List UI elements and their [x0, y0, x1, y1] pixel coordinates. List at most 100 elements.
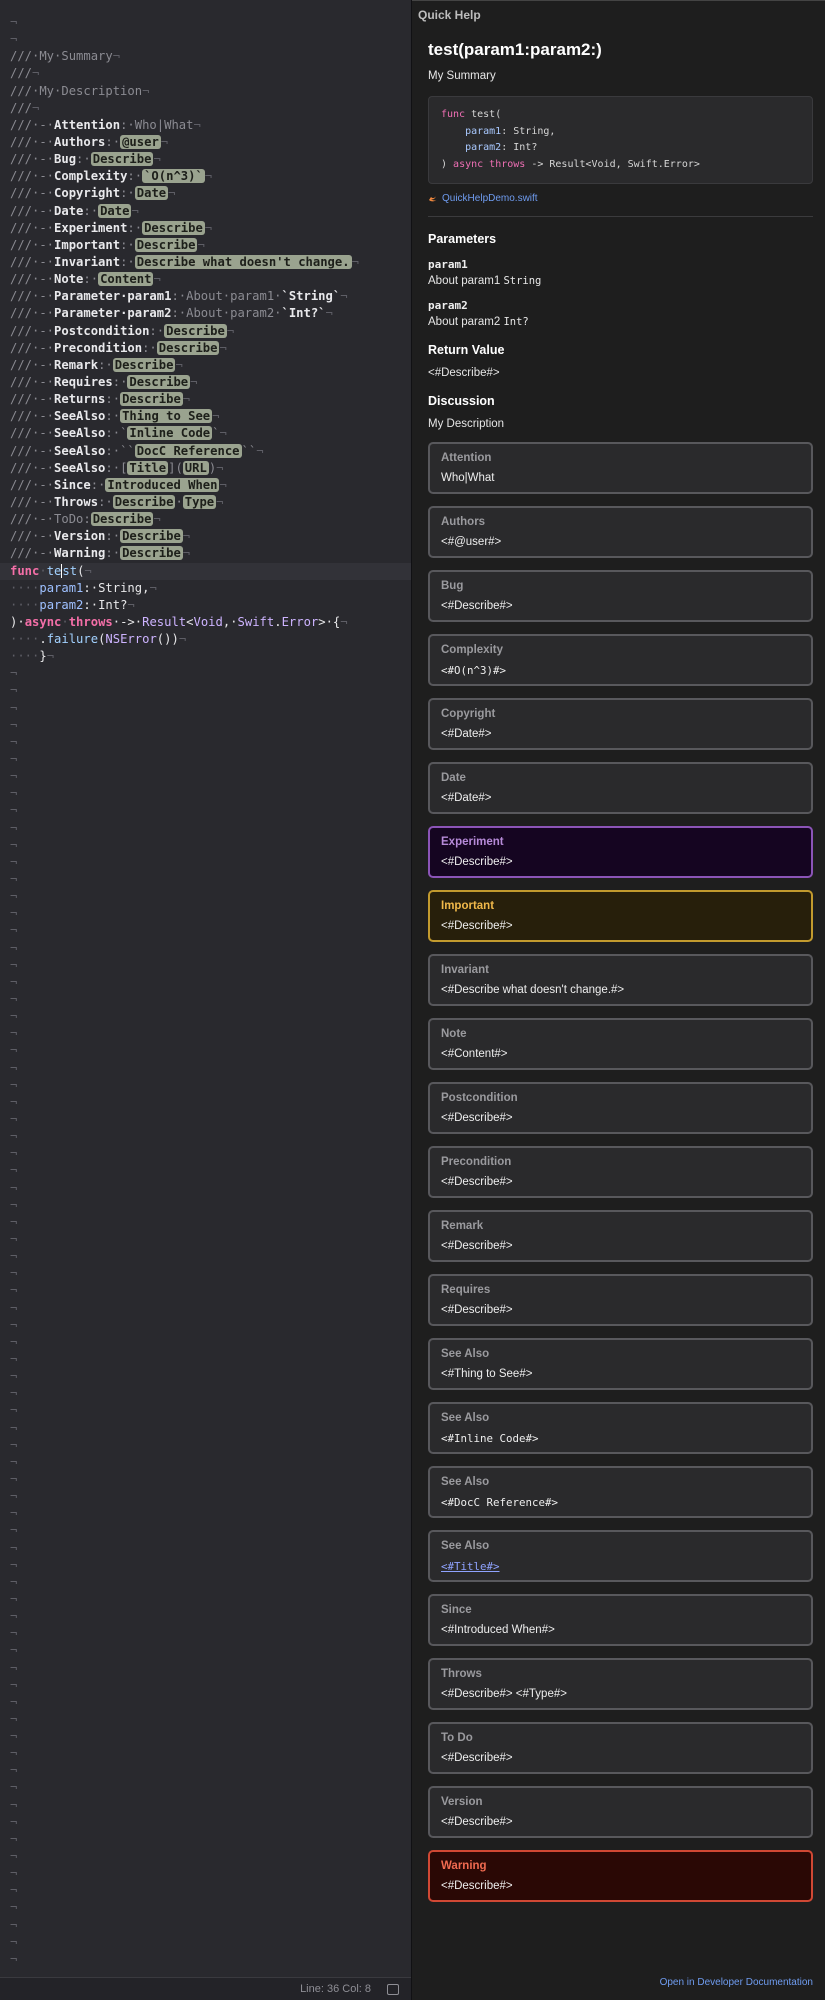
empty-line[interactable]: ¬ — [0, 888, 411, 905]
empty-line[interactable]: ¬ — [0, 957, 411, 974]
empty-line[interactable]: ¬ — [0, 837, 411, 854]
code-line[interactable]: ¬ — [0, 31, 411, 48]
empty-line[interactable]: ¬ — [0, 1214, 411, 1231]
empty-line[interactable]: ¬ — [0, 1540, 411, 1557]
empty-line[interactable]: ¬ — [0, 1162, 411, 1179]
empty-line[interactable]: ¬ — [0, 905, 411, 922]
code-line[interactable]: ///·-·SeeAlso:·` Inline Code `¬ — [0, 425, 411, 442]
empty-line[interactable]: ¬ — [0, 1574, 411, 1591]
editor-lines[interactable]: ¬ ¬///·My·Summary¬///¬///·My·Description¬… — [0, 14, 411, 1968]
empty-line[interactable]: ¬ — [0, 974, 411, 991]
empty-line[interactable]: ¬ — [0, 1385, 411, 1402]
code-line[interactable]: ///·-·Parameter·param1:·About·param1·`St… — [0, 288, 411, 305]
empty-line[interactable]: ¬ — [0, 1111, 411, 1128]
empty-line[interactable]: ¬ — [0, 1317, 411, 1334]
code-line[interactable]: ///·My·Description¬ — [0, 83, 411, 100]
code-line[interactable]: ///·-·Bug:· Describe ¬ — [0, 151, 411, 168]
empty-line[interactable]: ¬ — [0, 1677, 411, 1694]
empty-line[interactable]: ¬ — [0, 1060, 411, 1077]
empty-line[interactable]: ¬ — [0, 1951, 411, 1968]
empty-line[interactable]: ¬ — [0, 1042, 411, 1059]
empty-line[interactable]: ¬ — [0, 1368, 411, 1385]
empty-line[interactable]: ¬ — [0, 1351, 411, 1368]
empty-line[interactable]: ¬ — [0, 700, 411, 717]
empty-line[interactable]: ¬ — [0, 751, 411, 768]
empty-line[interactable]: ¬ — [0, 682, 411, 699]
code-line[interactable]: ///·-·Copyright:· Date ¬ — [0, 185, 411, 202]
empty-line[interactable]: ¬ — [0, 1608, 411, 1625]
code-line[interactable]: ///·My·Summary¬ — [0, 48, 411, 65]
empty-line[interactable]: ¬ — [0, 820, 411, 837]
code-line[interactable]: ///·-·Complexity:· `O(n^3)` ¬ — [0, 168, 411, 185]
empty-line[interactable]: ¬ — [0, 717, 411, 734]
code-line[interactable]: ///·-·Attention:·Who|What¬ — [0, 117, 411, 134]
empty-line[interactable]: ¬ — [0, 1420, 411, 1437]
code-line[interactable]: ¬ — [0, 14, 411, 31]
empty-line[interactable]: ¬ — [0, 1591, 411, 1608]
empty-line[interactable]: ¬ — [0, 1779, 411, 1796]
code-line[interactable]: ///·-·Postcondition:· Describe ¬ — [0, 323, 411, 340]
empty-line[interactable]: ¬ — [0, 1488, 411, 1505]
code-line[interactable]: ····}¬ — [0, 648, 411, 665]
empty-line[interactable]: ¬ — [0, 922, 411, 939]
empty-line[interactable]: ¬ — [0, 1180, 411, 1197]
empty-line[interactable]: ¬ — [0, 1522, 411, 1539]
empty-line[interactable]: ¬ — [0, 1745, 411, 1762]
empty-line[interactable]: ¬ — [0, 1248, 411, 1265]
empty-line[interactable]: ¬ — [0, 1505, 411, 1522]
empty-line[interactable]: ¬ — [0, 1814, 411, 1831]
code-line[interactable]: ///·-·Note:· Content ¬ — [0, 271, 411, 288]
empty-line[interactable]: ¬ — [0, 1437, 411, 1454]
source-editor[interactable]: ¬ ¬///·My·Summary¬///¬///·My·Description¬… — [0, 0, 412, 2000]
code-line[interactable]: ///·-·Since:· Introduced When ¬ — [0, 477, 411, 494]
empty-line[interactable]: ¬ — [0, 854, 411, 871]
code-line[interactable]: ///·-·Invariant:· Describe what doesn't c… — [0, 254, 411, 271]
minimap-toggle-icon[interactable] — [387, 1984, 399, 1995]
empty-line[interactable]: ¬ — [0, 1797, 411, 1814]
empty-line[interactable]: ¬ — [0, 1454, 411, 1471]
code-line[interactable]: func·test(¬ — [0, 562, 411, 580]
code-line[interactable]: ///·-·Parameter·param2:·About·param2·`In… — [0, 305, 411, 322]
empty-line[interactable]: ¬ — [0, 1625, 411, 1642]
code-line[interactable]: ///¬ — [0, 65, 411, 82]
callout-link[interactable]: <#Title#> — [441, 1560, 801, 1573]
code-line[interactable]: ///·-·Date:· Date ¬ — [0, 203, 411, 220]
code-line[interactable]: ///·-·Remark:· Describe ¬ — [0, 357, 411, 374]
empty-line[interactable]: ¬ — [0, 1711, 411, 1728]
empty-line[interactable]: ¬ — [0, 1145, 411, 1162]
source-file-link[interactable]: QuickHelpDemo.swift — [428, 193, 813, 204]
code-line[interactable]: ····.failure(NSError())¬ — [0, 631, 411, 648]
code-line[interactable]: ///·-·Experiment:· Describe ¬ — [0, 220, 411, 237]
code-line[interactable]: ///·-·Returns:· Describe ¬ — [0, 391, 411, 408]
empty-line[interactable]: ¬ — [0, 1762, 411, 1779]
empty-line[interactable]: ¬ — [0, 940, 411, 957]
code-line[interactable]: ///·-·Requires:· Describe ¬ — [0, 374, 411, 391]
empty-line[interactable]: ¬ — [0, 1865, 411, 1882]
empty-line[interactable]: ¬ — [0, 1077, 411, 1094]
empty-line[interactable]: ¬ — [0, 1557, 411, 1574]
empty-line[interactable]: ¬ — [0, 734, 411, 751]
empty-line[interactable]: ¬ — [0, 1025, 411, 1042]
code-line[interactable]: ///·-·Warning:· Describe ¬ — [0, 545, 411, 562]
empty-line[interactable]: ¬ — [0, 1128, 411, 1145]
empty-line[interactable]: ¬ — [0, 1848, 411, 1865]
empty-line[interactable]: ¬ — [0, 1265, 411, 1282]
open-in-developer-documentation-link[interactable]: Open in Developer Documentation — [660, 1977, 813, 1988]
code-line[interactable]: )·async·throws·->·Result<Void,·Swift.Err… — [0, 614, 411, 631]
code-line[interactable]: ///·-·Important:· Describe ¬ — [0, 237, 411, 254]
empty-line[interactable]: ¬ — [0, 1471, 411, 1488]
empty-line[interactable]: ¬ — [0, 991, 411, 1008]
code-line[interactable]: ///·-·SeeAlso:· Thing to See ¬ — [0, 408, 411, 425]
empty-line[interactable]: ¬ — [0, 785, 411, 802]
code-line[interactable]: ///·-·SeeAlso:·`` DocC Reference ``¬ — [0, 443, 411, 460]
code-line[interactable]: ///·-·Version:· Describe ¬ — [0, 528, 411, 545]
empty-line[interactable]: ¬ — [0, 1300, 411, 1317]
empty-line[interactable]: ¬ — [0, 1660, 411, 1677]
empty-line[interactable]: ¬ — [0, 665, 411, 682]
empty-line[interactable]: ¬ — [0, 1231, 411, 1248]
empty-line[interactable]: ¬ — [0, 1728, 411, 1745]
code-line[interactable]: ····param1:·String,¬ — [0, 580, 411, 597]
empty-line[interactable]: ¬ — [0, 1831, 411, 1848]
empty-line[interactable]: ¬ — [0, 871, 411, 888]
code-line[interactable]: ///·-·ToDo: Describe ¬ — [0, 511, 411, 528]
